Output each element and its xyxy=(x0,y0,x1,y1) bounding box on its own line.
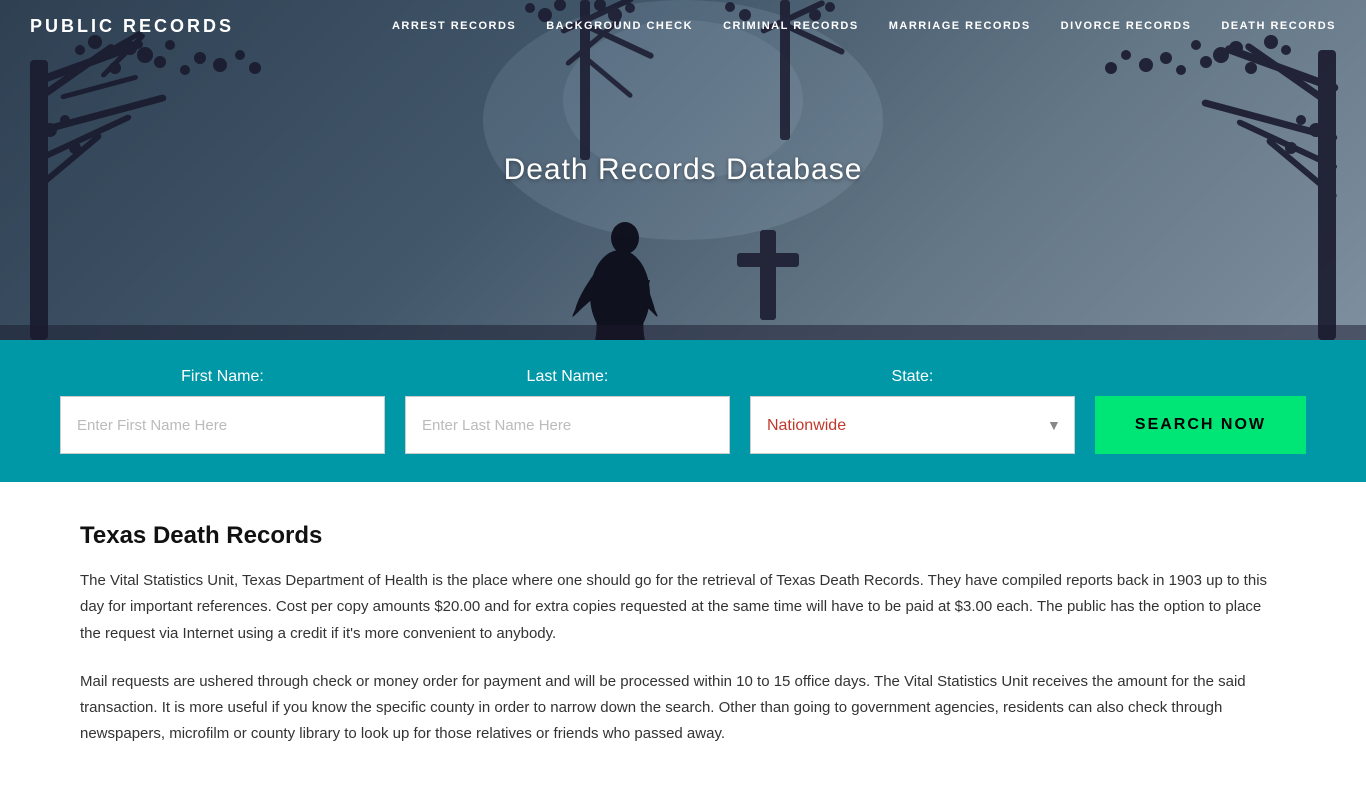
hero-title: Death Records Database xyxy=(504,153,863,187)
search-bar: First Name: Last Name: State: Nationwide… xyxy=(0,340,1366,482)
state-select-wrapper: NationwideAlabamaAlaskaArizonaArkansasCa… xyxy=(750,396,1075,454)
site-logo[interactable]: PUBLIC RECORDS xyxy=(30,16,234,37)
search-button[interactable]: SEARCH NOW xyxy=(1095,396,1306,454)
nav-item-death-records[interactable]: DEATH RECORDS xyxy=(1221,20,1336,32)
article-paragraph-1: The Vital Statistics Unit, Texas Departm… xyxy=(80,568,1286,647)
nav-item-arrest-records[interactable]: ARREST RECORDS xyxy=(392,20,516,32)
last-name-input[interactable] xyxy=(405,396,730,454)
first-name-label: First Name: xyxy=(60,368,385,386)
state-select[interactable]: NationwideAlabamaAlaskaArizonaArkansasCa… xyxy=(750,396,1075,454)
article-heading: Texas Death Records xyxy=(80,522,1286,550)
site-header: PUBLIC RECORDS ARREST RECORDS BACKGROUND … xyxy=(0,0,1366,52)
state-field: State: NationwideAlabamaAlaskaArizonaArk… xyxy=(750,368,1075,454)
last-name-field: Last Name: xyxy=(405,368,730,454)
nav-item-marriage-records[interactable]: MARRIAGE RECORDS xyxy=(889,20,1031,32)
main-nav: ARREST RECORDS BACKGROUND CHECK CRIMINAL R… xyxy=(392,20,1336,32)
article-paragraph-2: Mail requests are ushered through check … xyxy=(80,669,1286,748)
first-name-input[interactable] xyxy=(60,396,385,454)
nav-item-criminal-records[interactable]: CRIMINAL RECORDS xyxy=(723,20,859,32)
article-content: Texas Death Records The Vital Statistics… xyxy=(0,482,1366,810)
nav-item-background-check[interactable]: BACKGROUND CHECK xyxy=(546,20,693,32)
nav-item-divorce-records[interactable]: DIVORCE RECORDS xyxy=(1061,20,1192,32)
last-name-label: Last Name: xyxy=(405,368,730,386)
first-name-field: First Name: xyxy=(60,368,385,454)
state-label: State: xyxy=(750,368,1075,386)
